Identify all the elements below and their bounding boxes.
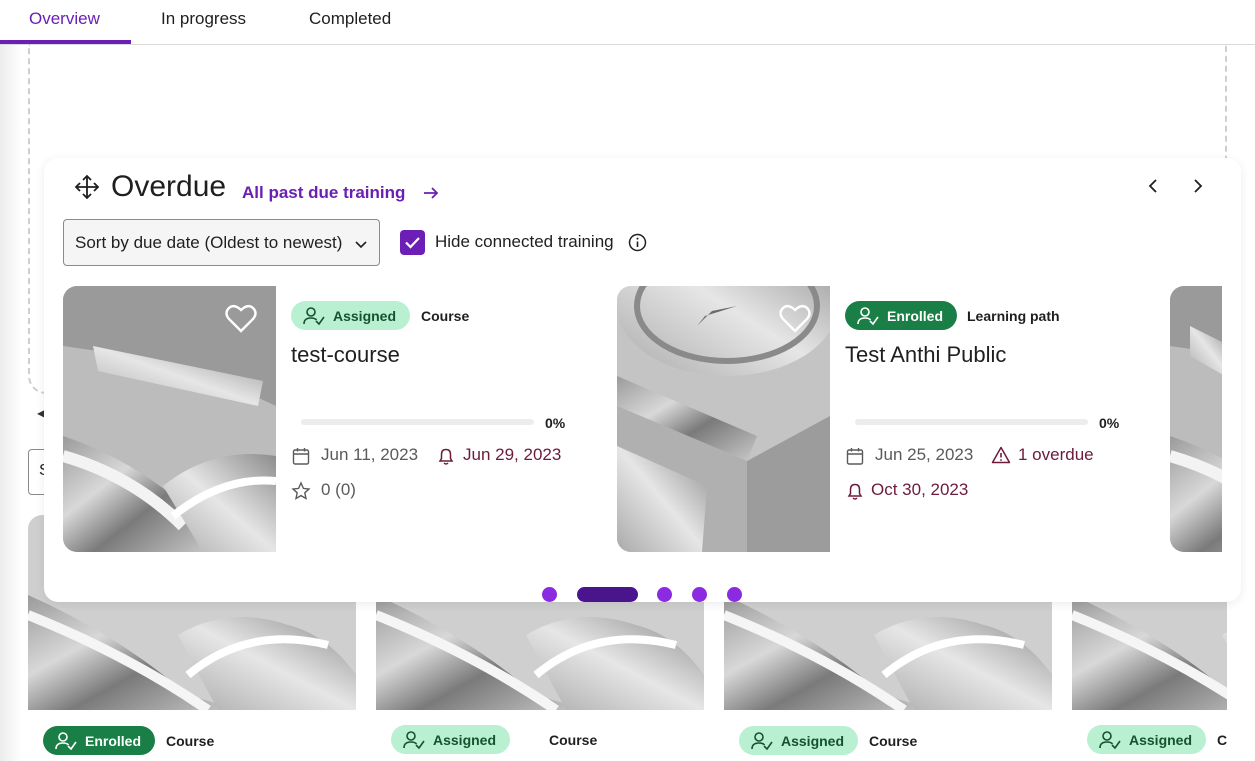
heart-icon[interactable]: [779, 304, 811, 334]
training-type: Course: [549, 732, 598, 748]
training-type: Learning path: [967, 308, 1060, 324]
training-type: C: [1217, 732, 1227, 748]
overdue-widget: Overdue All past due training Sort by du…: [44, 158, 1241, 602]
training-title[interactable]: Test Anthi Public: [845, 342, 1006, 368]
progress-percent: 0%: [545, 415, 566, 431]
status-label: Assigned: [333, 307, 397, 324]
start-date: Jun 25, 2023: [875, 445, 974, 464]
carousel-dot[interactable]: [727, 587, 742, 602]
status-label: Assigned: [781, 732, 845, 749]
user-check-icon: [303, 306, 325, 325]
progress-bar: [855, 419, 1088, 425]
start-date: Jun 11, 2023: [321, 445, 419, 464]
user-check-icon: [857, 306, 879, 325]
training-card[interactable]: Enrolled Learning path Test Anthi Public…: [617, 286, 1137, 552]
status-label: Assigned: [433, 731, 497, 748]
status-label: Assigned: [1129, 731, 1193, 748]
tab-overview[interactable]: Overview: [29, 0, 100, 44]
carousel-dot-active[interactable]: [577, 587, 638, 602]
status-badge: Assigned: [291, 301, 411, 330]
training-type: Course: [421, 308, 470, 324]
bell-icon: [847, 483, 863, 500]
status-badge: Assigned: [391, 725, 511, 754]
tab-completed[interactable]: Completed: [309, 0, 391, 44]
status-label: Enrolled: [887, 307, 944, 324]
user-check-icon: [55, 731, 77, 750]
progress-percent: 0%: [1099, 415, 1120, 431]
calendar-icon: [292, 448, 310, 465]
status-label: Enrolled: [85, 732, 142, 749]
status-badge: Assigned: [739, 726, 859, 755]
heart-icon[interactable]: [225, 304, 257, 334]
training-title[interactable]: test-course: [291, 342, 400, 368]
status-badge: Enrolled: [43, 726, 156, 755]
due-date: Jun 29, 2023: [463, 445, 562, 464]
tab-bar: Overview In progress Completed: [0, 0, 1255, 45]
user-check-icon: [403, 730, 425, 749]
tab-in-progress[interactable]: In progress: [161, 0, 246, 44]
calendar-icon: [846, 448, 864, 465]
bell-icon: [438, 448, 454, 465]
status-badge: Assigned: [1087, 725, 1207, 754]
course-thumbnail: [1170, 286, 1222, 552]
rating: 0 (0): [321, 480, 356, 499]
left-edge-shadow: [0, 45, 22, 761]
carousel-dot[interactable]: [542, 587, 557, 602]
star-icon: [291, 481, 311, 500]
warning-icon: [991, 446, 1011, 464]
overdue-count: 1 overdue: [1018, 445, 1094, 464]
carousel-dot[interactable]: [657, 587, 672, 602]
training-card[interactable]: Assigned Course test-course 0% Jun 11, 2…: [63, 286, 583, 552]
progress-bar: [301, 419, 534, 425]
training-card[interactable]: [1170, 286, 1222, 552]
training-type: Course: [166, 733, 215, 749]
status-badge: Enrolled: [845, 301, 958, 330]
training-type: Course: [869, 733, 918, 749]
user-check-icon: [1099, 730, 1121, 749]
carousel-dot[interactable]: [692, 587, 707, 602]
user-check-icon: [751, 731, 773, 750]
due-date: Oct 30, 2023: [871, 480, 969, 499]
